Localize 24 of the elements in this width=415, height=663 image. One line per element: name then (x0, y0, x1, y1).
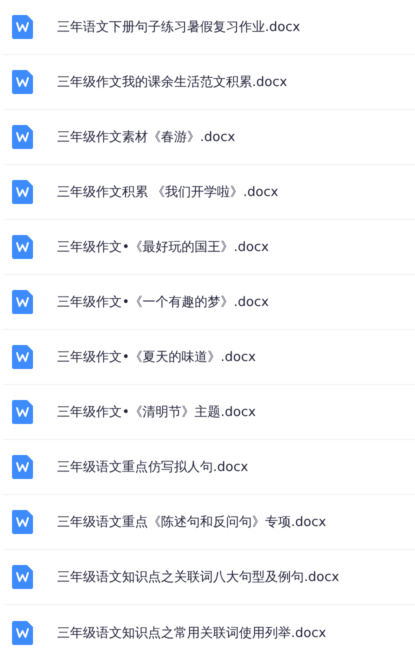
file-name[interactable]: 三年级作文•《一个有趣的梦》.docx (57, 293, 269, 311)
word-document-icon (12, 510, 33, 534)
word-document-icon (12, 125, 33, 149)
word-document-icon (12, 345, 33, 369)
word-document-icon (12, 455, 33, 479)
word-document-icon (12, 15, 33, 39)
file-name[interactable]: 三年级作文•《夏天的味道》.docx (57, 348, 256, 366)
file-name[interactable]: 三年级语文知识点之关联词八大句型及例句.docx (57, 568, 340, 586)
word-document-icon (12, 565, 33, 589)
file-name[interactable]: 三年级语文重点《陈述句和反问句》专项.docx (57, 513, 326, 531)
file-name[interactable]: 三年语文下册句子练习暑假复习作业.docx (57, 18, 300, 36)
word-document-icon (12, 400, 33, 424)
file-name[interactable]: 三年级作文我的课余生活范文积累.docx (57, 73, 288, 91)
file-name[interactable]: 三年级作文•《清明节》主题.docx (57, 403, 256, 421)
word-document-icon (12, 620, 33, 644)
file-name[interactable]: 三年级语文知识点之常用关联词使用列举.docx (57, 624, 326, 642)
word-document-icon (12, 180, 33, 204)
word-document-icon (12, 290, 33, 314)
word-document-icon (12, 70, 33, 94)
file-name[interactable]: 三年级语文重点仿写拟人句.docx (57, 458, 248, 476)
file-name[interactable]: 三年级作文•《最好玩的国王》.docx (57, 238, 269, 256)
word-document-icon (12, 235, 33, 259)
file-name[interactable]: 三年级作文积累 《我们开学啦》.docx (57, 183, 278, 201)
file-name[interactable]: 三年级作文素材《春游》.docx (57, 128, 236, 146)
